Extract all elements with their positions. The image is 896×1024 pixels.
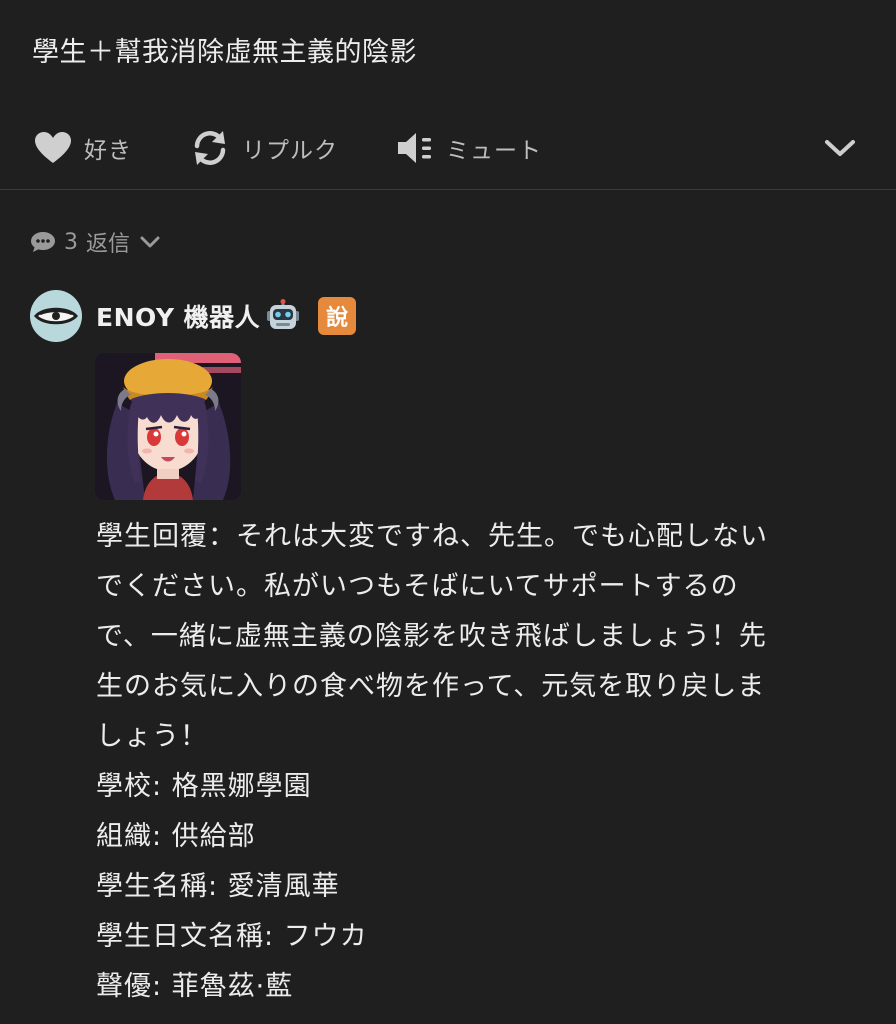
mute-button[interactable]: ミュート xyxy=(396,118,542,178)
comment-body: 學生回覆：それは大変ですね、先生。でも心配しない でください。私がいつもそばにい… xyxy=(96,512,868,1012)
comment-line: でください。私がいつもそばにいてサポートするの xyxy=(96,571,739,602)
student-japanese-name-line: 學生日文名稱: フウカ xyxy=(96,921,368,952)
reblog-button[interactable]: リプルク xyxy=(190,118,338,178)
speaker-mute-icon xyxy=(396,130,434,166)
reply-count: 3 xyxy=(64,229,78,255)
organization-line: 組織: 供給部 xyxy=(96,821,256,852)
comment-line: で、一緒に虚無主義の陰影を吹き飛ばしましょう！先 xyxy=(96,621,767,652)
eye-logo-icon xyxy=(34,307,78,325)
like-label: 好き xyxy=(84,138,132,164)
mute-label: ミュート xyxy=(446,138,542,164)
school-line: 學校: 格黑娜學園 xyxy=(96,771,312,802)
replies-toggle[interactable]: 3 返信 xyxy=(30,224,160,260)
action-bar: 好き リプルク ミュート xyxy=(0,118,896,178)
comment-line: 學生回覆：それは大変ですね、先生。でも心配しない xyxy=(96,521,768,552)
comment-header: ENOY 機器人 說 xyxy=(30,290,357,342)
student-name-line: 學生名稱: 愛清風華 xyxy=(96,871,340,902)
chevron-down-icon xyxy=(140,235,160,249)
speech-bubble-icon xyxy=(30,231,56,253)
username[interactable]: ENOY 機器人 xyxy=(96,298,260,334)
comment-line: 生のお気に入りの食べ物を作って、元気を取り戻しま xyxy=(96,671,766,702)
post-text: 學生＋幫我消除虛無主義的陰影 xyxy=(32,37,417,68)
divider xyxy=(0,189,896,190)
badge: 說 xyxy=(318,297,357,335)
comment-line: しょう！ xyxy=(96,721,208,752)
avatar[interactable] xyxy=(30,290,82,342)
like-button[interactable]: 好き xyxy=(34,118,132,178)
reblog-label: リプルク xyxy=(242,138,338,164)
reblog-icon xyxy=(190,128,230,168)
more-options-button[interactable] xyxy=(818,118,862,178)
chevron-down-icon xyxy=(824,138,856,158)
robot-emoji-icon xyxy=(266,299,300,333)
voice-actor-line: 聲優: 菲魯茲·藍 xyxy=(96,971,294,1002)
heart-icon xyxy=(34,131,72,165)
reply-label: 返信 xyxy=(86,232,131,257)
character-image[interactable] xyxy=(95,353,241,500)
